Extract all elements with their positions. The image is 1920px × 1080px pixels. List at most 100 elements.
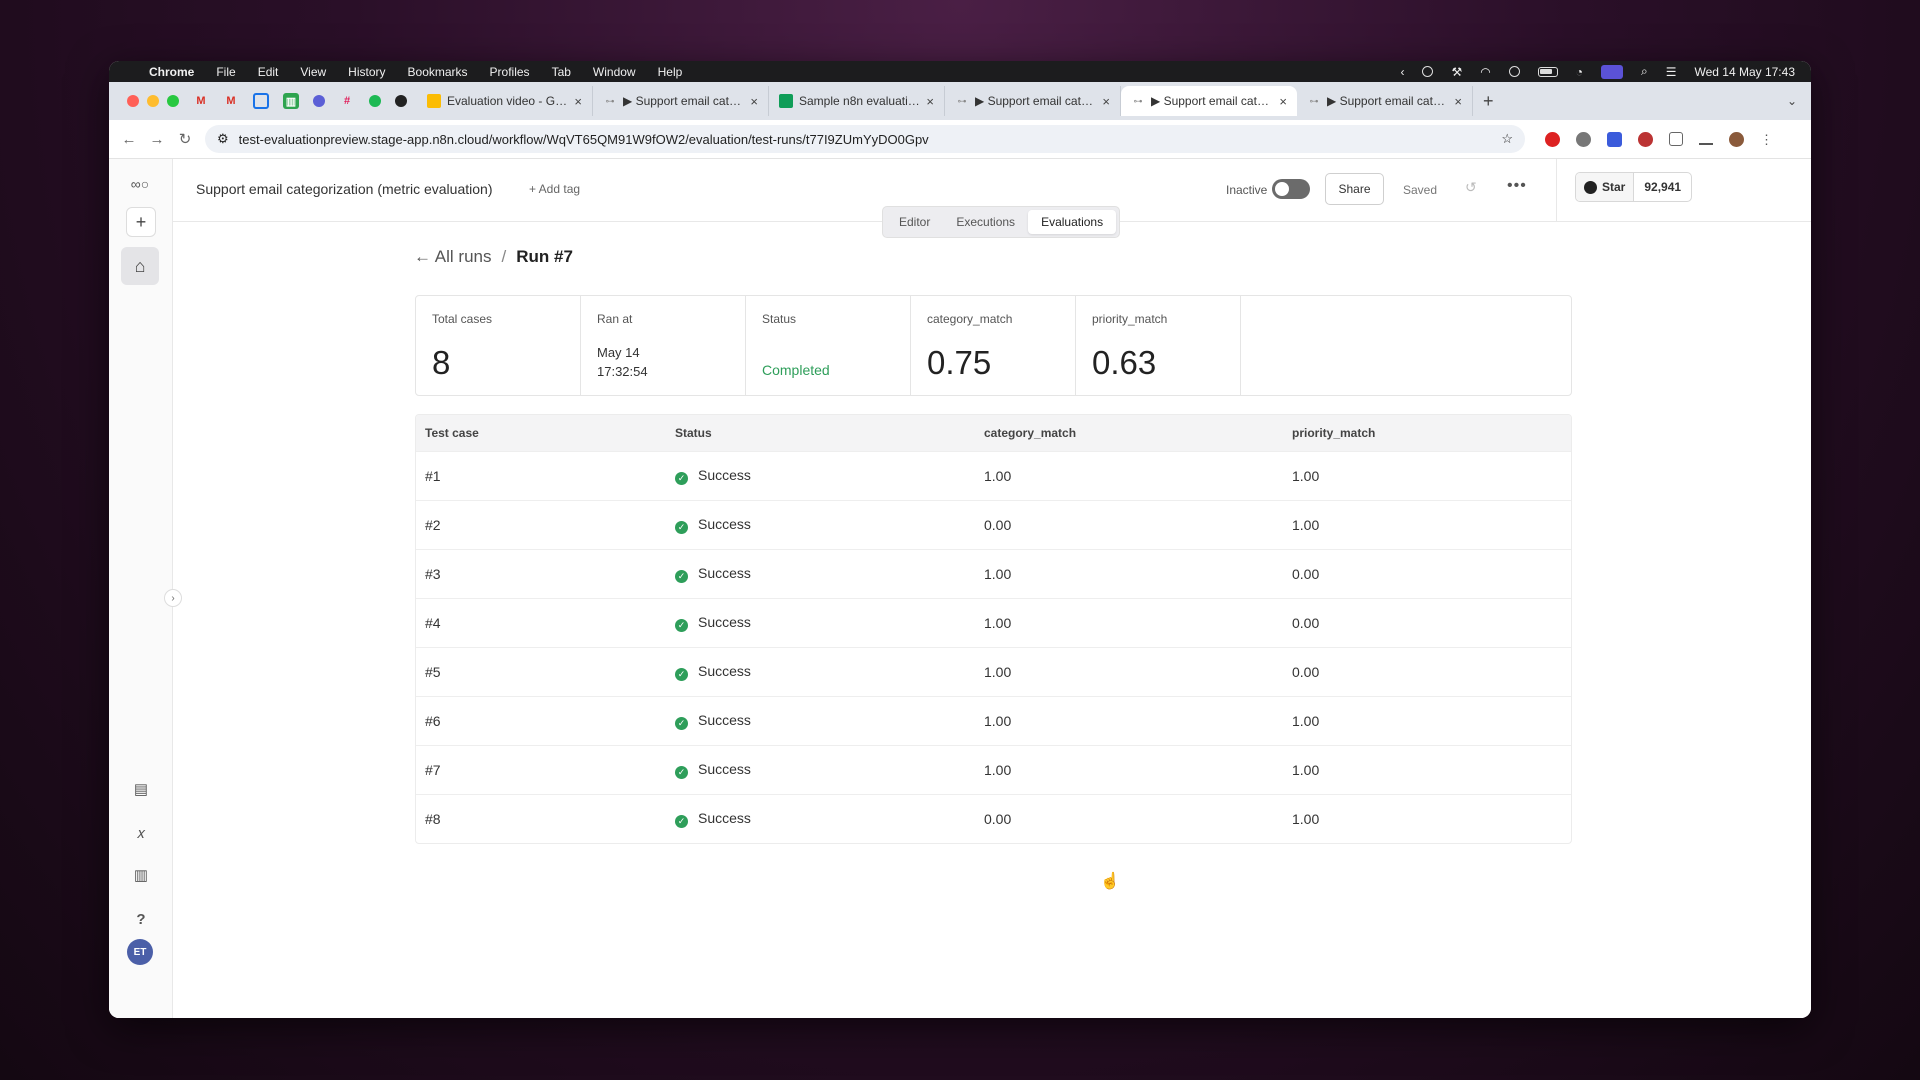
wifi-icon[interactable]: ◔: [1576, 65, 1583, 79]
all-runs-label: All runs: [434, 247, 492, 266]
expand-sidebar-chevron-icon[interactable]: ›: [164, 589, 182, 607]
history-icon[interactable]: ↺: [1465, 179, 1477, 196]
workflow-name[interactable]: Support email categorization (metric eva…: [196, 181, 492, 197]
tab-executions[interactable]: Executions: [943, 210, 1028, 234]
add-tag-button[interactable]: + Add tag: [529, 182, 580, 196]
column-header-test-case[interactable]: Test case: [416, 415, 666, 452]
puzzle-icon[interactable]: [1669, 132, 1683, 146]
column-header-priority-match[interactable]: priority_match: [1283, 415, 1571, 452]
table-row[interactable]: #4 ✓ Success 1.00 0.00: [416, 598, 1571, 648]
workflow-active-toggle[interactable]: [1272, 179, 1310, 199]
menu-edit[interactable]: Edit: [258, 65, 279, 79]
screen-mirroring-icon[interactable]: [1600, 64, 1623, 79]
table-row[interactable]: #2 ✓ Success 0.00 1.00: [416, 500, 1571, 550]
column-header-category-match[interactable]: category_match: [975, 415, 1283, 452]
extension-icon[interactable]: [1607, 131, 1622, 147]
media-icon[interactable]: [1422, 66, 1434, 77]
table-row[interactable]: #5 ✓ Success 1.00 0.00: [416, 647, 1571, 697]
n8n-icon: ⊶: [1133, 95, 1143, 106]
help-icon[interactable]: ?: [131, 909, 151, 929]
browser-tab[interactable]: ⊶ ▶ Support email categoriz ×: [945, 86, 1121, 116]
menu-clock[interactable]: Wed 14 May 17:43: [1694, 65, 1795, 79]
play-icon[interactable]: [1508, 66, 1520, 77]
gmail-icon[interactable]: M: [223, 93, 239, 109]
chrome-menu-icon[interactable]: ⋮: [1760, 132, 1773, 147]
insights-icon[interactable]: ▥: [131, 865, 151, 885]
stat-status: Status Completed: [746, 296, 911, 395]
bookmark-star-icon[interactable]: ☆: [1501, 131, 1513, 147]
user-avatar[interactable]: ET: [127, 939, 153, 965]
github-icon[interactable]: [395, 95, 407, 107]
add-icon[interactable]: +: [126, 207, 156, 237]
menu-bookmarks[interactable]: Bookmarks: [408, 65, 468, 79]
close-tab-icon[interactable]: ×: [926, 94, 934, 109]
menu-file[interactable]: File: [216, 65, 235, 79]
download-icon[interactable]: [1699, 133, 1713, 145]
browser-tab[interactable]: ⊶ ▶ Support email categoriz ×: [1297, 86, 1473, 116]
site-info-icon[interactable]: ⚙: [217, 131, 229, 147]
menu-app-name[interactable]: Chrome: [149, 65, 194, 79]
browser-tab[interactable]: ⊶ ▶ Support email categoriz ×: [593, 86, 769, 116]
table-row[interactable]: #6 ✓ Success 1.00 1.00: [416, 696, 1571, 746]
battery-icon[interactable]: [1537, 66, 1558, 77]
calendar-icon[interactable]: [253, 93, 269, 109]
minimize-window-button[interactable]: [147, 95, 159, 107]
gmail-icon[interactable]: M: [193, 93, 209, 109]
tab-editor[interactable]: Editor: [886, 210, 943, 234]
templates-icon[interactable]: ▤: [131, 779, 151, 799]
github-star[interactable]: Star: [1576, 173, 1635, 201]
back-to-runs-link[interactable]: ← All runs: [414, 247, 491, 267]
profile-avatar-icon[interactable]: [1729, 131, 1744, 147]
url-text[interactable]: test-evaluationpreview.stage-app.n8n.clo…: [239, 132, 1492, 147]
extension-icon[interactable]: [1576, 131, 1591, 147]
tab-evaluations[interactable]: Evaluations: [1028, 210, 1117, 234]
tab-search-icon[interactable]: ⌄: [1787, 94, 1811, 108]
chevron-left-icon[interactable]: ‹: [1400, 65, 1404, 79]
close-tab-icon[interactable]: ×: [1102, 94, 1110, 109]
close-window-button[interactable]: [127, 95, 139, 107]
back-arrow-icon[interactable]: ←: [115, 131, 143, 148]
variables-icon[interactable]: 𝑥: [131, 823, 151, 843]
spotlight-icon[interactable]: ⌕: [1641, 64, 1648, 79]
spotify-icon[interactable]: [369, 95, 381, 107]
close-tab-icon[interactable]: ×: [1454, 94, 1462, 109]
forward-arrow-icon[interactable]: →: [143, 131, 171, 148]
table-row[interactable]: #3 ✓ Success 1.00 0.00: [416, 549, 1571, 599]
menu-profiles[interactable]: Profiles: [490, 65, 530, 79]
bug-extension-icon[interactable]: [1638, 131, 1653, 147]
opera-extension-icon[interactable]: [1545, 131, 1560, 147]
table-row[interactable]: #8 ✓ Success 0.00 1.00: [416, 794, 1571, 843]
table-row[interactable]: #7 ✓ Success 1.00 1.00: [416, 745, 1571, 795]
new-tab-button[interactable]: +: [1473, 91, 1504, 112]
github-star-button[interactable]: Star 92,941: [1575, 172, 1693, 202]
headphones-icon[interactable]: ◠: [1480, 65, 1490, 79]
close-tab-icon[interactable]: ×: [574, 94, 582, 109]
control-center-icon[interactable]: ☰: [1666, 65, 1677, 79]
browser-tab[interactable]: Sample n8n evaluation dat ×: [769, 86, 945, 116]
menu-window[interactable]: Window: [593, 65, 636, 79]
reload-icon[interactable]: ↻: [171, 130, 199, 148]
category-match-value: 0.00: [975, 794, 1283, 843]
more-options-icon[interactable]: •••: [1507, 177, 1527, 195]
menu-view[interactable]: View: [300, 65, 326, 79]
close-tab-icon[interactable]: ×: [750, 94, 758, 109]
menu-help[interactable]: Help: [658, 65, 683, 79]
share-button[interactable]: Share: [1325, 173, 1384, 205]
n8n-logo-icon[interactable]: ∞○: [121, 165, 159, 203]
linear-icon[interactable]: [313, 95, 325, 107]
trello-icon[interactable]: ▥: [283, 93, 299, 109]
zoom-window-button[interactable]: [167, 95, 179, 107]
column-header-status[interactable]: Status: [666, 415, 975, 452]
browser-tab[interactable]: Evaluation video - Google ×: [417, 86, 593, 116]
tool-icon[interactable]: ⚒: [1451, 65, 1462, 79]
menu-history[interactable]: History: [348, 65, 385, 79]
github-star-count[interactable]: 92,941: [1634, 173, 1691, 201]
tab-title: ▶ Support email categoriz: [975, 94, 1096, 108]
address-bar[interactable]: ⚙ test-evaluationpreview.stage-app.n8n.c…: [205, 125, 1525, 153]
slack-icon[interactable]: #: [339, 93, 355, 109]
menu-tab[interactable]: Tab: [552, 65, 571, 79]
close-tab-icon[interactable]: ×: [1279, 94, 1287, 109]
browser-tab-active[interactable]: ⊶ ▶ Support email categoriz ×: [1121, 86, 1297, 116]
home-icon[interactable]: ⌂: [121, 247, 159, 285]
table-row[interactable]: #1 ✓ Success 1.00 1.00: [416, 451, 1571, 501]
